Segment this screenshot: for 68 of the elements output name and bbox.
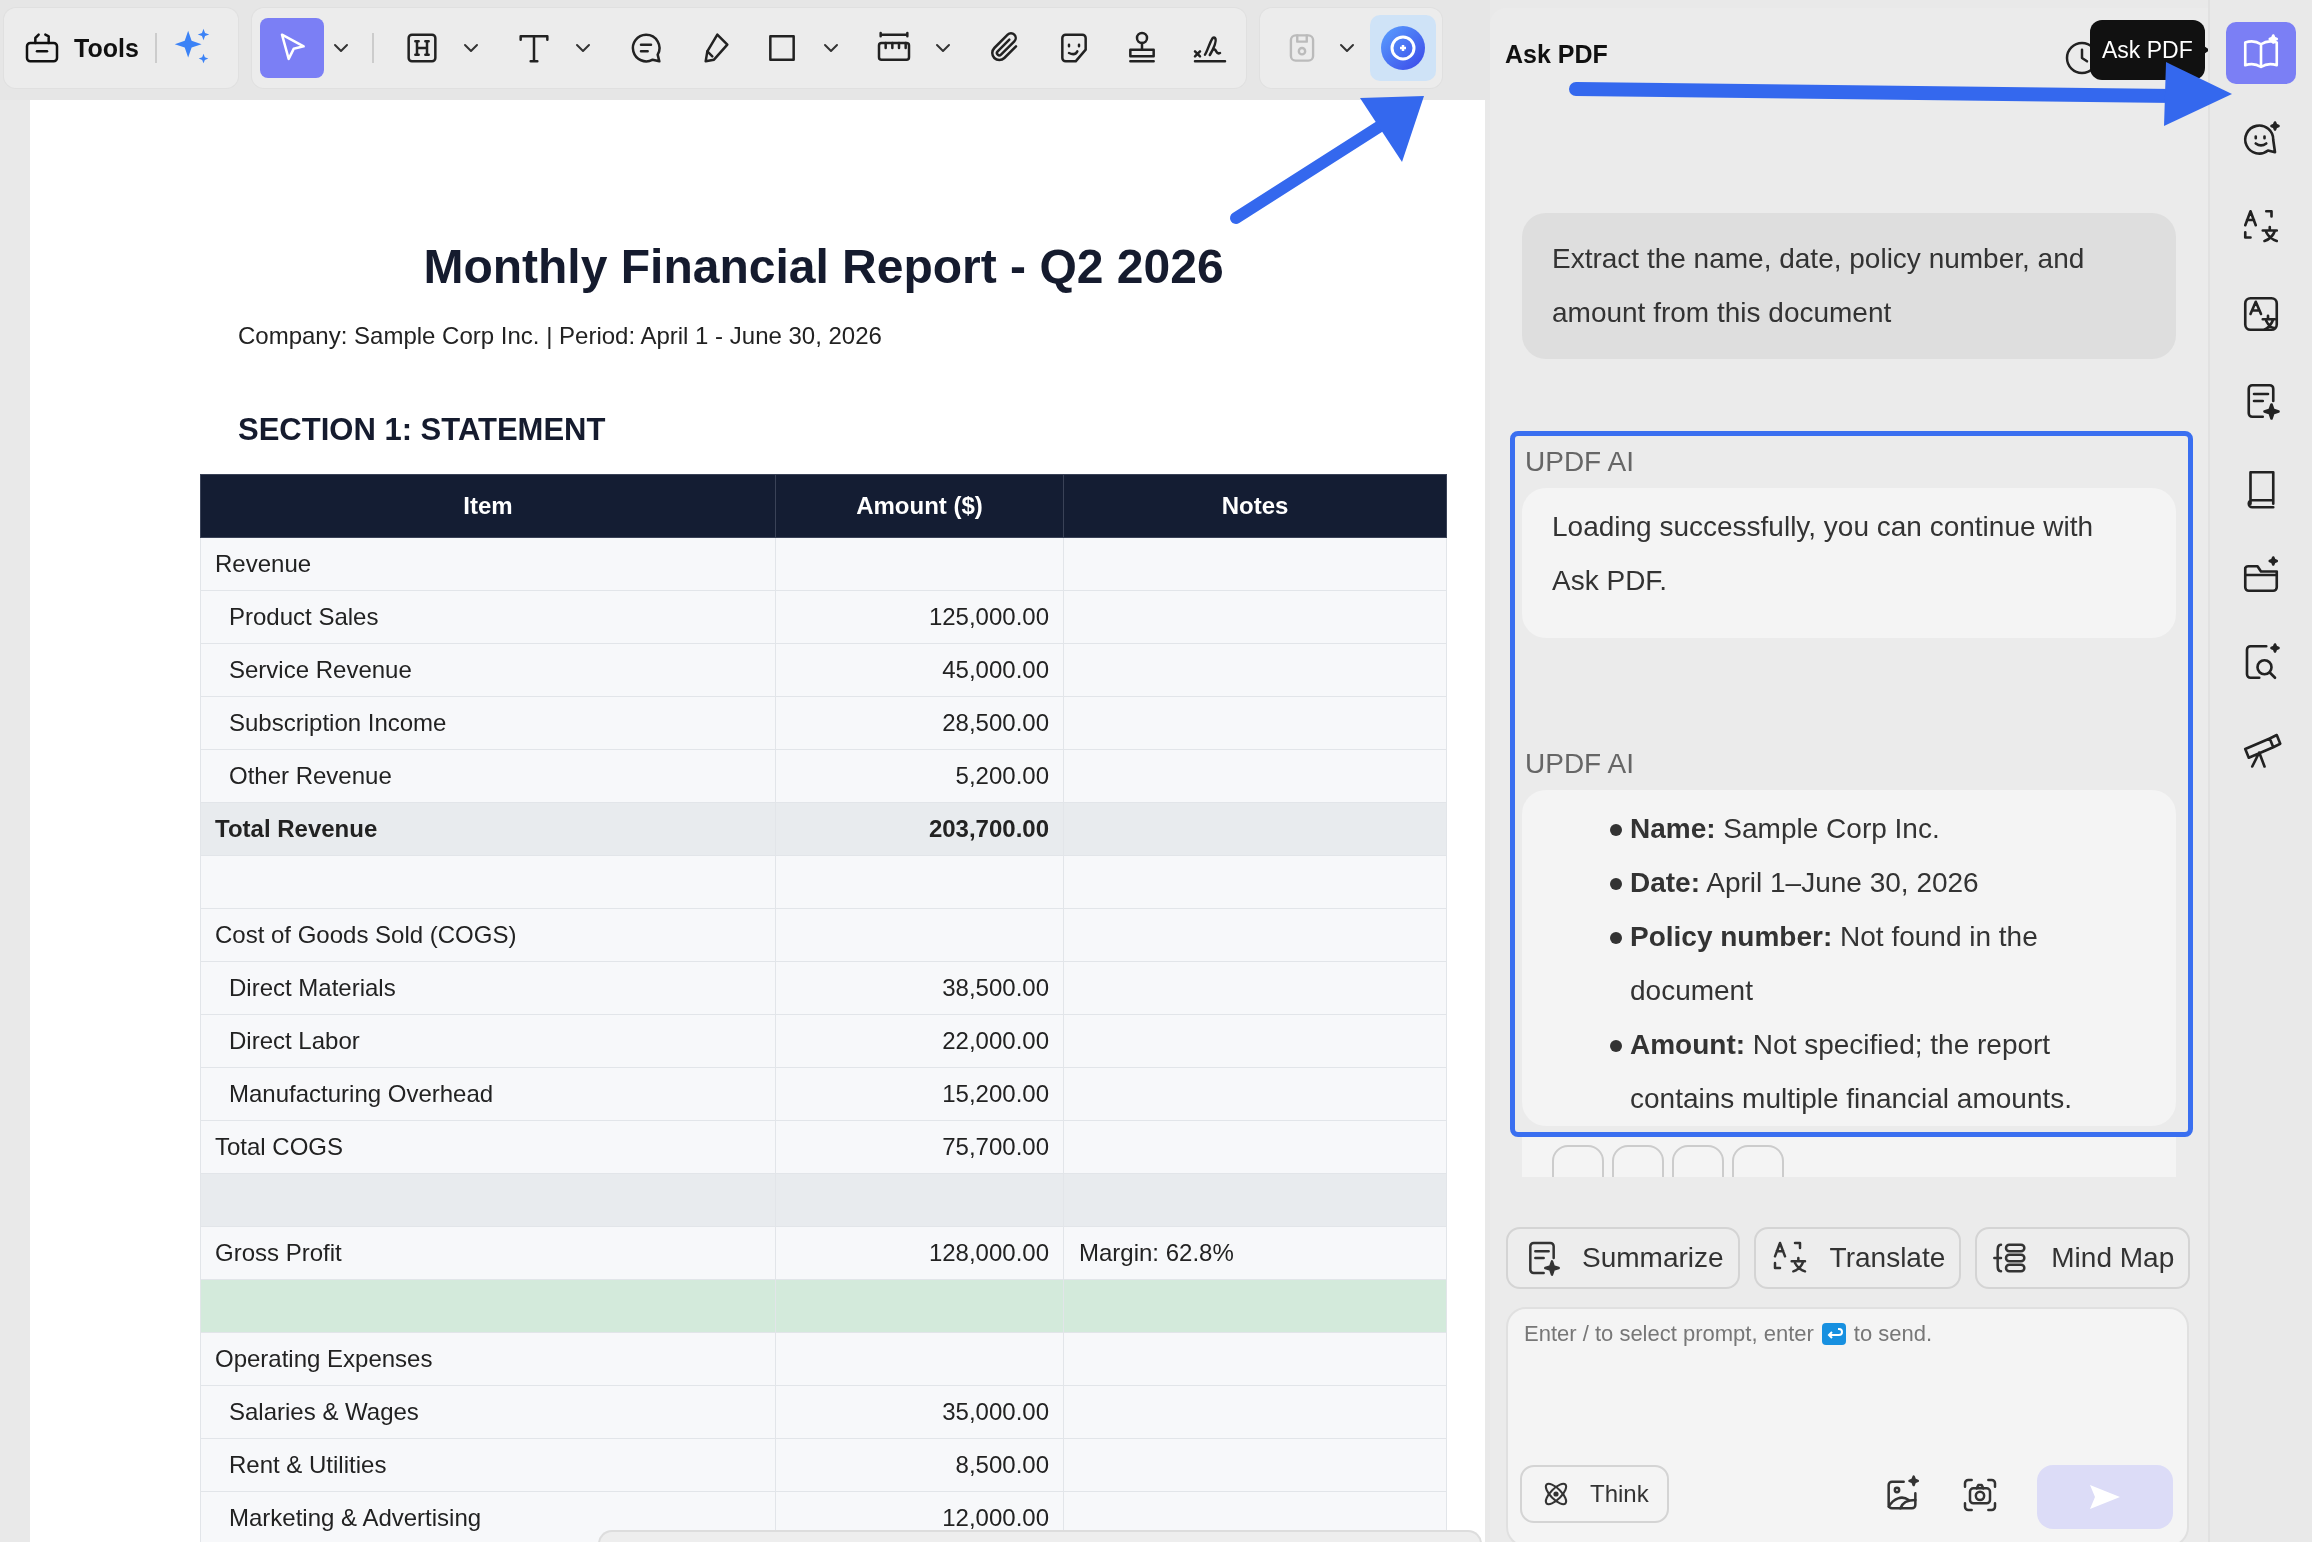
answer-item: Policy number: Not found in the document xyxy=(1630,921,2038,1006)
caret-icon xyxy=(333,43,349,53)
item-cell: Marketing & Advertising xyxy=(229,1504,482,1531)
amount-cell: 8,500.00 xyxy=(955,1451,1049,1478)
item-cell: Cost of Goods Sold (COGS) xyxy=(215,921,517,948)
amount-cell: 203,700.00 xyxy=(928,815,1049,842)
enter-key-icon xyxy=(1821,1323,1846,1345)
item-cell: Manufacturing Overhead xyxy=(229,1080,494,1107)
send-icon xyxy=(2088,1483,2122,1511)
item-cell: Salaries & Wages xyxy=(229,1398,419,1425)
amount-cell: 35,000.00 xyxy=(942,1398,1049,1425)
think-button[interactable]: Think xyxy=(1520,1465,1669,1523)
caret-icon xyxy=(935,43,951,53)
sender-label: UPDF AI xyxy=(1525,446,1634,477)
item-cell: Revenue xyxy=(215,550,312,577)
bullet xyxy=(1610,1040,1622,1052)
item-cell: Total Revenue xyxy=(215,815,378,842)
cursor-tool[interactable] xyxy=(260,18,324,78)
item-cell: Product Sales xyxy=(229,603,379,630)
item-cell: Other Revenue xyxy=(229,762,392,789)
document-subtitle: Company: Sample Corp Inc. | Period: April 1 - June 30, 2026 xyxy=(238,322,882,350)
ai-message: Loading successfully, you can continue with Ask PDF. xyxy=(1552,510,2095,598)
input-hint: Enter / to select prompt, enter xyxy=(1524,1321,1814,1347)
amount-cell: 22,000.00 xyxy=(942,1027,1049,1054)
caret-icon xyxy=(1339,43,1355,53)
ai-icon xyxy=(1378,23,1428,73)
mind-map-button[interactable]: Mind Map xyxy=(1975,1227,2191,1289)
amount-cell: 28,500.00 xyxy=(942,709,1049,736)
amount-cell: 12,000.00 xyxy=(942,1504,1049,1531)
bullet xyxy=(1610,824,1622,836)
item-cell: Direct Materials xyxy=(229,974,396,1001)
column-header: Notes xyxy=(1221,492,1289,519)
amount-cell: 75,700.00 xyxy=(942,1133,1049,1160)
ai-assistant-button[interactable] xyxy=(1370,15,1436,81)
item-cell: Direct Labor xyxy=(229,1027,360,1054)
amount-cell: 5,200.00 xyxy=(955,762,1049,789)
answer-item: Amount: Not specified; the report contains multiple financial amounts. xyxy=(1630,1029,2072,1114)
summarize-button[interactable]: Summarize xyxy=(1506,1227,1740,1289)
column-header: Amount ($) xyxy=(856,492,983,519)
caret-icon xyxy=(575,43,591,53)
answer-item: Date: April 1–June 30, 2026 xyxy=(1630,867,1979,898)
amount-cell: 45,000.00 xyxy=(942,656,1049,683)
item-cell: Service Revenue xyxy=(229,656,412,683)
section-heading: SECTION 1: STATEMENT xyxy=(238,412,606,448)
caret-icon xyxy=(823,43,839,53)
item-cell: Subscription Income xyxy=(229,709,447,736)
ask-pdf-button[interactable] xyxy=(2226,22,2296,84)
user-message: Extract the name, date, policy number, and amount from this document xyxy=(1522,213,2176,359)
amount-cell: 15,200.00 xyxy=(942,1080,1049,1107)
bullet xyxy=(1610,932,1622,944)
amount-cell: 125,000.00 xyxy=(928,603,1049,630)
answer-item: Name: Sample Corp Inc. xyxy=(1630,813,1940,844)
bullet xyxy=(1610,878,1622,890)
document-title: Monthly Financial Report - Q2 2026 xyxy=(422,239,1225,295)
prompt-input[interactable]: Enter / to select prompt, enter to send. Think xyxy=(1506,1307,2189,1542)
input-hint: to send. xyxy=(1853,1321,1933,1347)
item-cell: Gross Profit xyxy=(215,1239,342,1266)
sender-label: UPDF AI xyxy=(1525,748,1634,779)
column-header: Item xyxy=(463,492,513,519)
caret-icon xyxy=(463,43,479,53)
item-cell: Total COGS xyxy=(215,1133,344,1160)
amount-cell: 38,500.00 xyxy=(942,974,1049,1001)
item-cell: Operating Expenses xyxy=(215,1345,433,1372)
item-cell: Rent & Utilities xyxy=(229,1451,387,1478)
translate-button[interactable]: Translate xyxy=(1753,1227,1962,1289)
notes-cell: Margin: 62.8% xyxy=(1079,1239,1234,1266)
panel-title: Ask PDF xyxy=(1505,39,1608,69)
amount-cell: 128,000.00 xyxy=(928,1239,1049,1266)
